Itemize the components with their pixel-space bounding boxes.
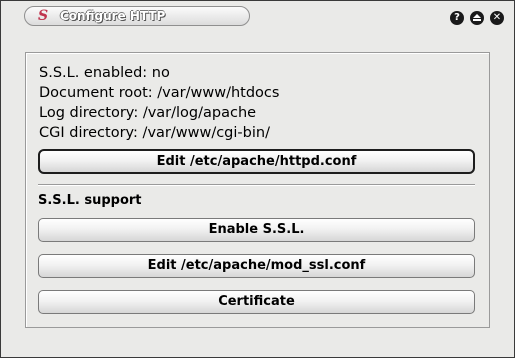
configure-http-window: S Configure HTTP ? ✕ S.S.L. enabled: no …: [0, 0, 515, 358]
enable-ssl-button[interactable]: Enable S.S.L.: [38, 218, 475, 242]
help-icon[interactable]: ?: [450, 11, 464, 25]
ssl-enabled-text: S.S.L. enabled: no: [39, 65, 170, 81]
edit-mod-ssl-conf-button[interactable]: Edit /etc/apache/mod_ssl.conf: [38, 254, 475, 278]
edit-httpd-conf-button[interactable]: Edit /etc/apache/httpd.conf: [38, 149, 475, 174]
maximize-icon[interactable]: [470, 11, 484, 25]
log-directory-text: Log directory: /var/log/apache: [39, 105, 257, 121]
ssl-support-label: S.S.L. support: [38, 193, 142, 208]
separator: [38, 184, 475, 186]
title-bar[interactable]: S Configure HTTP ? ✕: [2, 2, 513, 30]
close-icon[interactable]: ✕: [490, 11, 504, 25]
app-icon[interactable]: S: [38, 7, 48, 25]
window-title: Configure HTTP: [60, 9, 166, 23]
certificate-button[interactable]: Certificate: [38, 290, 475, 314]
cgi-directory-text: CGI directory: /var/www/cgi-bin/: [39, 125, 270, 141]
document-root-text: Document root: /var/www/htdocs: [39, 85, 280, 101]
